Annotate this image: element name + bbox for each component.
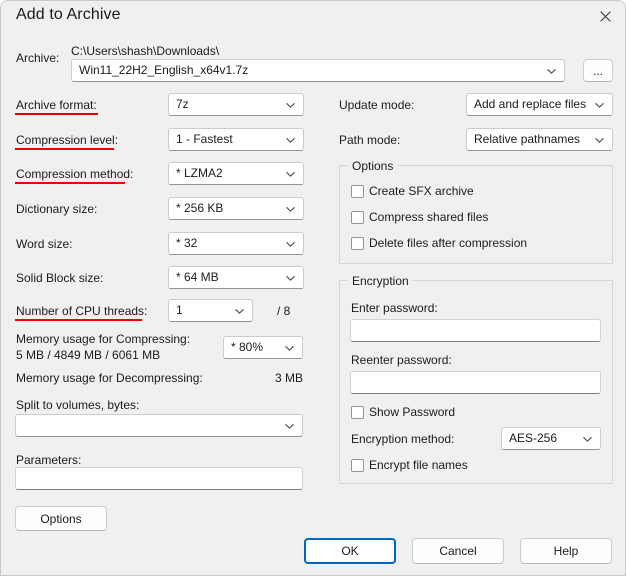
path-mode-value: Relative pathnames bbox=[474, 132, 581, 146]
cpu-threads-value: 1 bbox=[176, 303, 183, 317]
page-title: Add to Archive bbox=[16, 6, 121, 23]
word-size-combobox[interactable]: * 32 bbox=[168, 232, 304, 255]
reenter-password-field[interactable] bbox=[350, 371, 601, 394]
chevron-down-icon bbox=[285, 272, 296, 283]
chevron-down-icon bbox=[285, 203, 296, 214]
chevron-down-icon bbox=[594, 134, 605, 145]
dictionary-size-combobox[interactable]: * 256 KB bbox=[168, 197, 304, 220]
options-button[interactable]: Options bbox=[15, 506, 107, 531]
reenter-password-label: Reenter password: bbox=[351, 353, 452, 367]
enter-password-label: Enter password: bbox=[351, 301, 438, 315]
titlebar: Add to Archive bbox=[1, 1, 625, 34]
checkbox-icon bbox=[351, 406, 364, 419]
compression-method-combobox[interactable]: * LZMA2 bbox=[168, 162, 304, 185]
chevron-down-icon bbox=[285, 168, 296, 179]
archive-name-combobox[interactable]: Win11_22H2_English_x64v1.7z bbox=[71, 59, 565, 82]
help-button[interactable]: Help bbox=[520, 538, 612, 564]
checkbox-icon bbox=[351, 459, 364, 472]
archive-format-combobox[interactable]: 7z bbox=[168, 93, 304, 116]
chevron-down-icon bbox=[285, 99, 296, 110]
checkbox-label: Create SFX archive bbox=[369, 184, 474, 198]
compression-method-label: Compression method: bbox=[16, 167, 134, 181]
enter-password-field[interactable] bbox=[350, 319, 601, 342]
encryption-group-title: Encryption bbox=[348, 274, 413, 288]
solid-block-size-value: * 64 MB bbox=[176, 270, 219, 284]
cpu-threads-combobox[interactable]: 1 bbox=[168, 299, 253, 322]
options-group-title: Options bbox=[348, 159, 398, 173]
solid-block-size-combobox[interactable]: * 64 MB bbox=[168, 266, 304, 289]
update-mode-label: Update mode: bbox=[339, 98, 415, 112]
update-mode-value: Add and replace files bbox=[474, 97, 587, 111]
split-volumes-label: Split to volumes, bytes: bbox=[16, 398, 140, 412]
chevron-down-icon bbox=[582, 433, 593, 444]
dictionary-size-value: * 256 KB bbox=[176, 201, 224, 215]
annotation-underline-cpu-threads bbox=[15, 319, 142, 321]
checkbox-icon bbox=[351, 185, 364, 198]
annotation-underline-archive-format bbox=[15, 113, 98, 115]
path-mode-label: Path mode: bbox=[339, 133, 401, 147]
annotation-underline-compression-level bbox=[15, 148, 114, 150]
archive-name-value: Win11_22H2_English_x64v1.7z bbox=[79, 63, 249, 77]
chevron-down-icon bbox=[234, 305, 245, 316]
cancel-button[interactable]: Cancel bbox=[412, 538, 504, 564]
split-volumes-combobox[interactable] bbox=[15, 414, 303, 437]
encryption-method-label: Encryption method: bbox=[351, 432, 455, 446]
memory-compress-value: 5 MB / 4849 MB / 6061 MB bbox=[16, 348, 161, 362]
close-icon[interactable] bbox=[583, 1, 625, 31]
path-mode-combobox[interactable]: Relative pathnames bbox=[466, 128, 613, 151]
archive-label: Archive: bbox=[16, 51, 60, 65]
chevron-down-icon bbox=[594, 99, 605, 110]
compression-level-label: Compression level: bbox=[16, 133, 119, 147]
dictionary-size-label: Dictionary size: bbox=[16, 202, 98, 216]
add-to-archive-dialog: Add to Archive Archive: C:\Users\shash\D… bbox=[0, 0, 626, 576]
solid-block-size-label: Solid Block size: bbox=[16, 271, 104, 285]
compression-method-value: * LZMA2 bbox=[176, 166, 223, 180]
chevron-down-icon bbox=[546, 65, 557, 76]
memory-compress-label: Memory usage for Compressing: bbox=[16, 332, 191, 346]
compression-level-combobox[interactable]: 1 - Fastest bbox=[168, 128, 304, 151]
memory-percent-value: * 80% bbox=[231, 340, 264, 354]
checkbox-label: Show Password bbox=[369, 405, 456, 419]
chevron-down-icon bbox=[285, 238, 296, 249]
archive-path-text: C:\Users\shash\Downloads\ bbox=[71, 44, 220, 58]
annotation-underline-compression-method bbox=[15, 182, 125, 184]
checkbox-icon bbox=[351, 237, 364, 250]
checkbox-label: Delete files after compression bbox=[369, 236, 528, 250]
checkbox-label: Compress shared files bbox=[369, 210, 489, 224]
encryption-method-value: AES-256 bbox=[509, 431, 558, 445]
checkbox-icon bbox=[351, 211, 364, 224]
update-mode-combobox[interactable]: Add and replace files bbox=[466, 93, 613, 116]
ok-button[interactable]: OK bbox=[304, 538, 396, 564]
word-size-label: Word size: bbox=[16, 237, 73, 251]
archive-format-value: 7z bbox=[176, 97, 189, 111]
chevron-down-icon bbox=[284, 420, 295, 431]
parameters-label: Parameters: bbox=[16, 453, 82, 467]
chevron-down-icon bbox=[284, 342, 295, 353]
browse-button[interactable]: ... bbox=[583, 59, 613, 82]
chevron-down-icon bbox=[285, 134, 296, 145]
checkbox-label: Encrypt file names bbox=[369, 458, 468, 472]
parameters-input[interactable] bbox=[15, 467, 303, 490]
memory-decompress-value: 3 MB bbox=[274, 371, 303, 385]
memory-decompress-label: Memory usage for Decompressing: bbox=[16, 371, 203, 385]
compression-level-value: 1 - Fastest bbox=[176, 132, 233, 146]
encryption-method-combobox[interactable]: AES-256 bbox=[501, 427, 601, 450]
memory-percent-combobox[interactable]: * 80% bbox=[223, 336, 303, 359]
cpu-threads-label: Number of CPU threads: bbox=[16, 304, 148, 318]
word-size-value: * 32 bbox=[176, 236, 198, 250]
archive-format-label: Archive format: bbox=[16, 98, 97, 112]
cpu-threads-total: / 8 bbox=[277, 304, 291, 318]
